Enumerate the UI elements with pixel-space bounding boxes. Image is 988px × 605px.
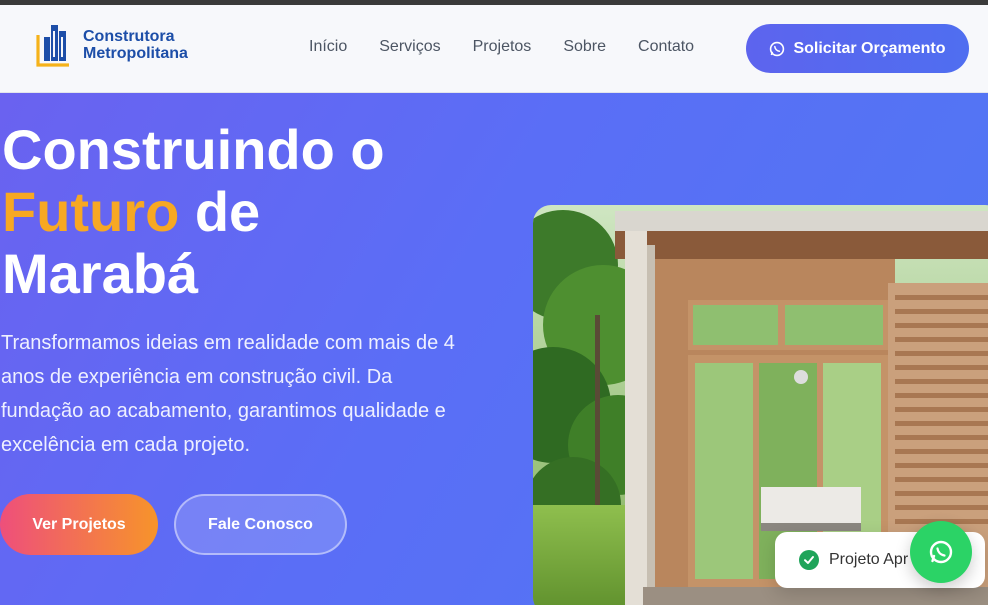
check-circle-icon: [799, 550, 819, 570]
project-status-label: Projeto Apr: [829, 551, 909, 568]
contact-us-button[interactable]: Fale Conosco: [174, 494, 347, 555]
hero-title: Construindo o Futuro de Marabá: [2, 119, 462, 305]
navbar: Construtora Metropolitana Início Serviço…: [0, 5, 988, 93]
hero-section: Construindo o Futuro de Marabá Transform…: [0, 93, 988, 605]
brand-name: Construtora Metropolitana: [83, 28, 188, 62]
hero-description: Transformamos ideias em realidade com ma…: [1, 332, 455, 456]
request-quote-button[interactable]: Solicitar Orçamento: [746, 24, 969, 73]
nav-link-sobre[interactable]: Sobre: [563, 38, 606, 56]
nav-link-projetos[interactable]: Projetos: [473, 38, 532, 56]
nav-link-contato[interactable]: Contato: [638, 38, 694, 56]
hero-title-line3: Marabá: [2, 242, 199, 305]
building-logo-icon: [36, 25, 69, 67]
nav-link-inicio[interactable]: Início: [309, 38, 347, 56]
brand-name-line1: Construtora: [83, 28, 175, 45]
hero-title-accent: Futuro: [2, 180, 180, 243]
whatsapp-icon: [929, 540, 953, 564]
brand-logo[interactable]: Construtora Metropolitana: [36, 23, 188, 67]
hero-title-line1: Construindo o: [2, 118, 385, 181]
main-nav: Início Serviços Projetos Sobre Contato: [309, 38, 726, 56]
hero-title-after-accent: de: [179, 180, 261, 243]
brand-name-line2: Metropolitana: [83, 45, 188, 62]
whatsapp-icon: [770, 41, 785, 56]
nav-link-servicos[interactable]: Serviços: [379, 38, 440, 56]
view-projects-button[interactable]: Ver Projetos: [0, 494, 158, 555]
request-quote-label: Solicitar Orçamento: [793, 39, 946, 57]
whatsapp-float-button[interactable]: [910, 521, 972, 583]
